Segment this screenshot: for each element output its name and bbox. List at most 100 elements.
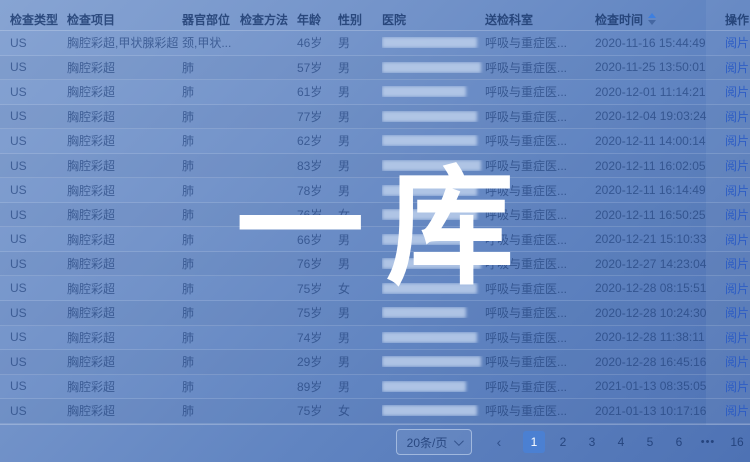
view-images-link[interactable]: 阅片 [725,61,749,75]
cell-exam-time: 2020-12-28 11:38:11 [595,330,725,344]
cell-project: 胸腔彩超 [67,157,182,174]
view-images-link[interactable]: 阅片 [725,110,749,124]
view-images-link[interactable]: 阅片 [725,306,749,320]
cell-department: 呼吸与重症医... [485,132,595,149]
cell-type: US [10,379,67,393]
cell-gender: 男 [338,353,382,370]
table-row: US胸腔彩超肺76岁男呼吸与重症医...2020-12-27 14:23:04阅… [0,252,750,277]
cell-action: 阅片 [725,83,750,100]
cell-department: 呼吸与重症医... [485,280,595,297]
cell-department: 呼吸与重症医... [485,108,595,125]
column-header-label: 性别 [338,11,362,28]
view-images-link[interactable]: 阅片 [725,159,749,173]
cell-action: 阅片 [725,353,750,370]
page-size-value: 20条/页 [407,434,448,451]
page-size-select[interactable]: 20条/页 [396,429,472,455]
column-header-9: 操作 [725,11,750,28]
cell-gender: 男 [338,231,382,248]
view-images-link[interactable]: 阅片 [725,380,749,394]
column-header-label: 年龄 [297,11,321,28]
cell-project: 胸腔彩超 [67,182,182,199]
page-button-more[interactable]: ••• [697,431,719,453]
cell-type: US [10,208,67,222]
view-images-link[interactable]: 阅片 [725,404,749,418]
cell-organ: 颈,甲状... [182,34,240,51]
cell-type: US [10,355,67,369]
cell-department: 呼吸与重症医... [485,34,595,51]
cell-department: 呼吸与重症医... [485,255,595,272]
redacted-hospital-name [382,135,477,146]
redacted-hospital-name [382,258,481,269]
cell-organ: 肺 [182,353,240,370]
page-button-2[interactable]: 2 [552,431,574,453]
page-button-6[interactable]: 6 [668,431,690,453]
redacted-hospital-name [382,405,477,416]
view-images-link[interactable]: 阅片 [725,184,749,198]
view-images-link[interactable]: 阅片 [725,134,749,148]
cell-project: 胸腔彩超,甲状腺彩超 [67,34,182,51]
cell-type: US [10,60,67,74]
page-button-16[interactable]: 16 [726,431,748,453]
view-images-link[interactable]: 阅片 [725,36,749,50]
sort-caret-icon[interactable] [648,13,656,25]
cell-organ: 肺 [182,157,240,174]
column-header-label: 医院 [382,11,406,28]
cell-age: 75岁 [297,280,338,297]
cell-organ: 肺 [182,132,240,149]
cell-action: 阅片 [725,108,750,125]
cell-gender: 男 [338,132,382,149]
cell-exam-time: 2020-12-11 16:50:25 [595,208,725,222]
cell-organ: 肺 [182,108,240,125]
cell-project: 胸腔彩超 [67,59,182,76]
cell-hospital [382,62,485,73]
redacted-hospital-name [382,37,477,48]
page-button-1[interactable]: 1 [523,431,545,453]
cell-department: 呼吸与重症医... [485,353,595,370]
column-header-7: 送检科室 [485,11,595,28]
cell-gender: 男 [338,108,382,125]
table-row: US胸腔彩超肺74岁男呼吸与重症医...2020-12-28 11:38:11阅… [0,326,750,351]
cell-project: 胸腔彩超 [67,280,182,297]
cell-hospital [382,160,485,171]
prev-page-button[interactable]: ‹ [490,434,508,450]
column-header-8[interactable]: 检查时间 [595,11,725,28]
view-images-link[interactable]: 阅片 [725,331,749,345]
column-header-label: 检查时间 [595,11,643,28]
redacted-hospital-name [382,185,477,196]
cell-hospital [382,405,485,416]
view-images-link[interactable]: 阅片 [725,355,749,369]
page-button-4[interactable]: 4 [610,431,632,453]
page-button-5[interactable]: 5 [639,431,661,453]
view-images-link[interactable]: 阅片 [725,282,749,296]
cell-action: 阅片 [725,304,750,321]
view-images-link[interactable]: 阅片 [725,208,749,222]
pagination-bar: 20条/页 ‹ 123456 ••• 16 [396,429,748,455]
page-button-3[interactable]: 3 [581,431,603,453]
cell-age: 76岁 [297,255,338,272]
table-row: US胸腔彩超肺75岁男呼吸与重症医...2020-12-28 10:24:30阅… [0,301,750,326]
cell-type: US [10,330,67,344]
cell-hospital [382,135,485,146]
cell-exam-time: 2020-12-28 10:24:30 [595,306,725,320]
view-images-link[interactable]: 阅片 [725,85,749,99]
cell-action: 阅片 [725,132,750,149]
cell-age: 89岁 [297,378,338,395]
cell-hospital [382,332,485,343]
cell-gender: 女 [338,280,382,297]
cell-type: US [10,183,67,197]
redacted-hospital-name [382,234,466,245]
cell-action: 阅片 [725,280,750,297]
cell-age: 29岁 [297,353,338,370]
exam-table: 检查类型检查项目器官部位检查方法年龄性别医院送检科室检查时间操作 US胸腔彩超,… [0,8,750,425]
view-images-link[interactable]: 阅片 [725,233,749,247]
cell-type: US [10,159,67,173]
cell-exam-time: 2021-01-13 08:35:05 [595,379,725,393]
cell-hospital [382,111,485,122]
cell-age: 62岁 [297,132,338,149]
cell-organ: 肺 [182,83,240,100]
view-images-link[interactable]: 阅片 [725,257,749,271]
cell-project: 胸腔彩超 [67,83,182,100]
cell-department: 呼吸与重症医... [485,157,595,174]
cell-organ: 肺 [182,280,240,297]
table-row: US胸腔彩超肺62岁男呼吸与重症医...2020-12-11 14:00:14阅… [0,129,750,154]
